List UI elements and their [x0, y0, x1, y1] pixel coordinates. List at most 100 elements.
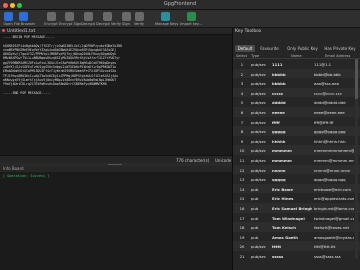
key-row-number: 13 — [239, 177, 245, 183]
column-type[interactable]: Type — [251, 54, 259, 58]
decrypt-verify-icon — [102, 12, 112, 21]
key-row[interactable]: 4 pub/sec ccccc cccc@cccc.ccc — [233, 87, 360, 98]
key-row-number: 12 — [239, 167, 245, 173]
key-name: ddddd — [272, 100, 286, 106]
close-tab-icon[interactable] — [2, 29, 5, 32]
key-table-scrollbar[interactable] — [355, 59, 358, 259]
decrypt-button[interactable]: Decrypt — [81, 11, 95, 27]
key-name: bbbbb — [272, 71, 286, 77]
decrypt-verify-button[interactable]: Decrypt Verify — [96, 11, 121, 27]
key-email: dddd@dddd.ddd — [314, 100, 346, 106]
key-row-number: 3 — [240, 81, 244, 87]
encrypt-sign-button[interactable]: Encrypt Sign — [59, 11, 81, 27]
key-name: 1111 — [272, 62, 283, 67]
column-email[interactable]: Email Address — [325, 54, 350, 58]
file-browser-button[interactable]: File Browser — [14, 11, 35, 27]
key-row[interactable]: 21 pub/sec sssss ssss@ssss.sss — [233, 251, 360, 261]
tab-favourite[interactable]: Favourite — [256, 45, 283, 52]
key-row[interactable]: 10 pub/sec mmmmm mmmmmmmmmm@mm.mm — [233, 145, 360, 155]
key-type: pub — [251, 225, 259, 231]
key-email: tttt@tttt.ttt — [314, 244, 336, 250]
key-type: pub — [251, 206, 259, 211]
key-type: pub/sec — [251, 119, 266, 125]
key-name: hhhhh — [272, 138, 286, 144]
editor-tab-bar: Untitled1.txt — [0, 28, 232, 35]
key-row-number: 14 — [239, 186, 245, 192]
key-type: pub/sec — [251, 158, 266, 163]
tab-has-private-key[interactable]: Has Private Key — [321, 45, 359, 52]
key-type: pub/sec — [251, 177, 266, 183]
key-row[interactable]: 15 pub Eric Hines eric@applestrats.com — [233, 193, 360, 203]
open-button[interactable]: Open — [2, 11, 14, 27]
import-key-button[interactable]: Import key... — [180, 11, 202, 27]
key-row-number: 9 — [240, 138, 244, 144]
key-name: ggggg — [272, 129, 286, 135]
key-email: aaa@sss.aaa — [314, 81, 339, 87]
tab-only-public-key[interactable]: Only Public Key — [284, 45, 321, 52]
key-email: bringhurst@fame.com — [314, 206, 354, 211]
key-row[interactable]: 14 pub Eric Bowe ericbowe@ecir.com — [233, 183, 360, 194]
key-row[interactable]: 9 pub/sec hhhhh hhhh@hhhh.hhh — [233, 136, 360, 146]
key-type: pub/sec — [251, 100, 266, 106]
key-row[interactable]: 20 pub/sec ttttt tttt@tttt.ttt — [233, 241, 360, 251]
key-name: mmmmm — [272, 158, 292, 163]
verify-button[interactable]: Verify — [133, 11, 145, 27]
key-name: mmmmm — [272, 148, 292, 154]
key-type: pub/sec — [251, 254, 266, 259]
key-row[interactable]: 19 pub Amos Goeth amosgoeth@mydas.net — [233, 232, 360, 242]
key-row-number: 7 — [240, 119, 244, 125]
key-row[interactable]: 8 pub/sec ggggg gggg@gggg.ggg — [233, 126, 360, 136]
key-row[interactable]: 16 pub Eric Samuel Bringhurstbringhurst@fa… — [233, 203, 360, 213]
key-type: pub/sec — [251, 90, 266, 96]
key-email: 111@1.1 — [314, 62, 332, 67]
key-email: cccc@cccc.ccc — [314, 90, 342, 96]
key-row[interactable]: 11 pub/sec mmmmm mmmm@mmmm.mmm — [233, 155, 360, 165]
key-name: Tom Windnagel — [272, 215, 305, 221]
key-row[interactable]: 7 pub/sec fffff ffff@ffff.fff — [233, 117, 360, 127]
key-type: pub — [251, 196, 259, 202]
manage-keys-button[interactable]: Manage Keys — [155, 11, 178, 27]
tab-default[interactable]: Default — [235, 45, 255, 52]
open-icon — [3, 12, 13, 21]
verify-icon — [134, 12, 144, 21]
key-name: Eric Hines — [272, 196, 294, 202]
key-row[interactable]: 2 pub/sec bbbbb bbbb@bb.bbb — [233, 68, 360, 79]
key-row[interactable]: 18 pub Tom Kelsch tkelsch@texas.net — [233, 222, 360, 232]
column-select[interactable]: Select — [236, 54, 247, 58]
key-row[interactable]: 12 pub/sec nnnnn nnnnn@nnnn.nnnn — [233, 164, 360, 175]
key-row-number: 5 — [240, 100, 244, 106]
key-type: pub/sec — [251, 62, 266, 67]
key-row[interactable]: 3 pub/sec bbbbb aaa@sss.aaa — [233, 78, 360, 88]
main-toolbar: Open File Browser Encrypt Encrypt Sign D… — [0, 10, 360, 28]
key-row-number: 1 — [240, 62, 244, 67]
key-toolbox-panel: Key Toolbox Default Favourite Only Publi… — [233, 28, 360, 270]
text-editor[interactable]: -----BEGIN PGP MESSAGE----- hQGMA93ZPi4nB… — [0, 35, 232, 155]
key-name: bbbbb — [272, 81, 286, 87]
scrollbar-thumb[interactable] — [355, 59, 358, 99]
key-row[interactable]: 6 pub/sec eeeee eeee@eeee.eee — [233, 107, 360, 117]
key-row[interactable]: 17 pub Tom Windnagel twindnagel@gmail.com — [233, 213, 360, 223]
editor-tab[interactable]: Untitled1.txt — [2, 29, 35, 34]
splitter-grip-icon[interactable] — [108, 164, 122, 165]
encrypt-button[interactable]: Encrypt — [44, 11, 58, 27]
column-name[interactable]: Name — [291, 54, 302, 58]
key-row-number: 4 — [240, 90, 244, 96]
key-type: pub — [251, 186, 259, 192]
sign-button[interactable]: Sign — [120, 11, 132, 27]
sign-icon — [121, 12, 131, 21]
key-row-number: 16 — [239, 206, 245, 211]
key-name: Eric Bowe — [272, 186, 293, 192]
key-type: pub/sec — [251, 71, 266, 77]
key-email: ssss@ssss.sss — [314, 254, 341, 259]
key-row-number: 18 — [239, 225, 245, 231]
key-type: pub/sec — [251, 110, 266, 115]
key-row[interactable]: 5 pub/sec ddddd dddd@dddd.ddd — [233, 97, 360, 107]
editor-content[interactable]: -----BEGIN PGP MESSAGE----- hQGMA93ZPi4nB… — [3, 35, 231, 95]
key-type: pub/sec — [251, 244, 266, 250]
key-row[interactable]: 1 pub/sec 1111 111@1.1 — [233, 59, 360, 69]
key-name: Eric Samuel Bringhurst — [272, 206, 312, 211]
key-type: pub/sec — [251, 148, 266, 154]
key-name: fffff — [272, 119, 280, 125]
key-name: Amos Goeth — [272, 234, 298, 240]
key-row[interactable]: 13 pub/sec qqqqq qqqq@qqqq.qqq — [233, 174, 360, 184]
